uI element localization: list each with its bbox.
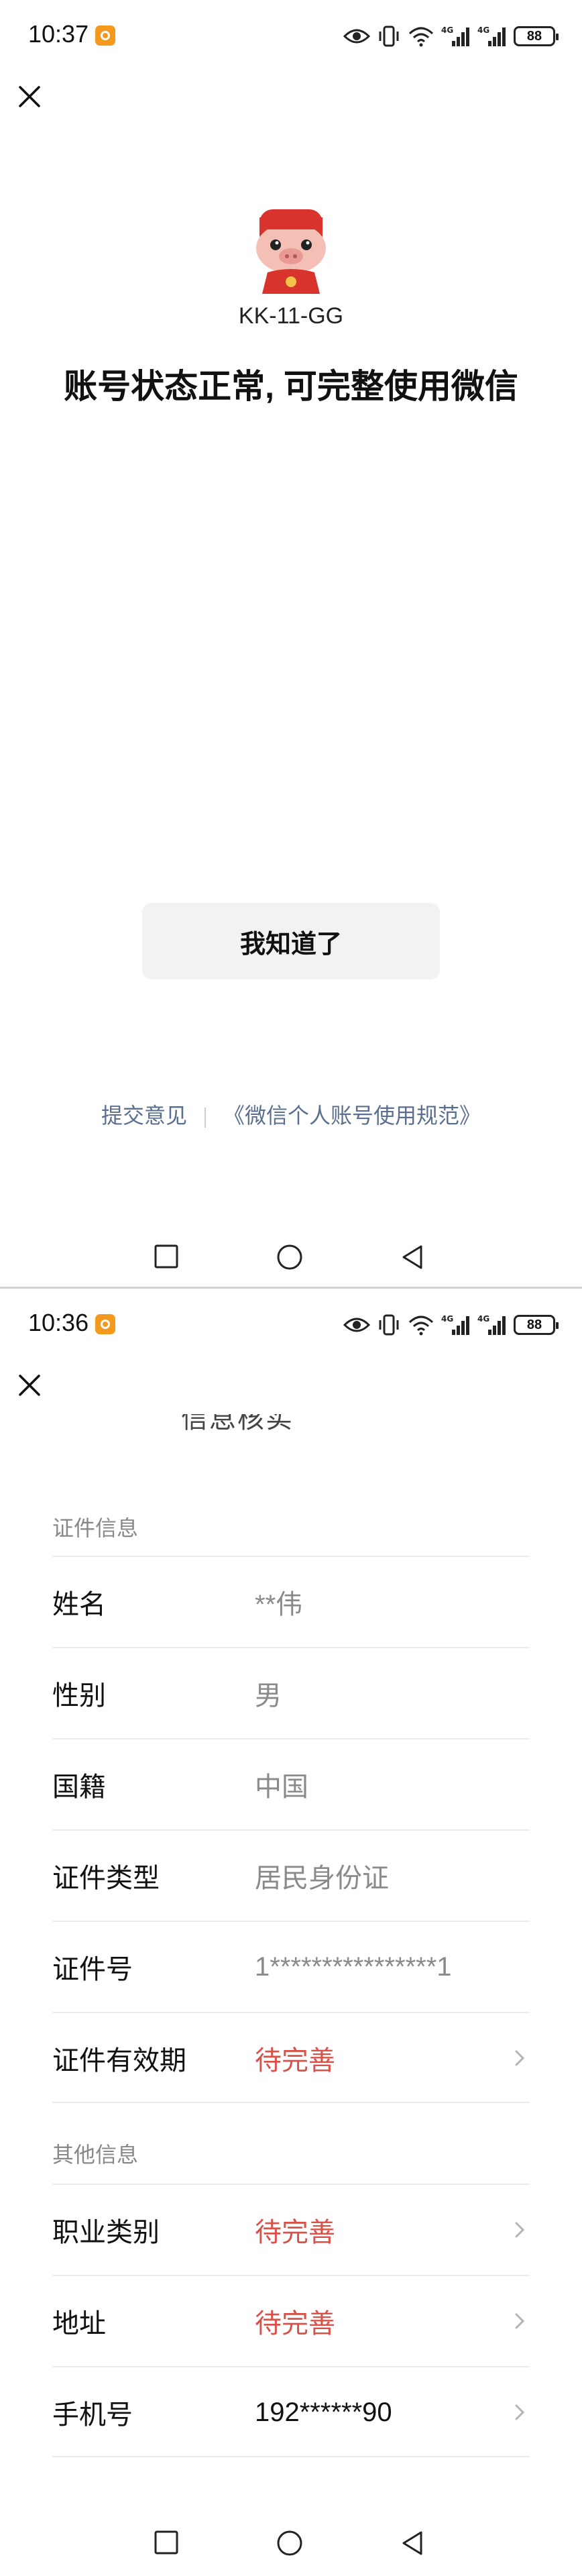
signal-4g-icon: 4G [477,1314,506,1335]
eye-icon [343,1318,370,1332]
row-divider [52,2102,530,2103]
status-message: 账号状态正常, 可完整使用微信 [64,368,518,405]
svg-text:4G: 4G [477,1314,489,1324]
chevron-right-icon [515,2313,525,2329]
section-label-other-info: 其他信息 [52,2143,139,2167]
signal-4g-icon: 4G [441,25,469,46]
nav-recents-icon[interactable] [154,1244,179,1269]
signal-4g-icon: 4G [477,25,506,46]
row-value-pending: 待完善 [255,2046,335,2076]
nav-home-icon[interactable] [276,1244,303,1271]
svg-text:4G: 4G [477,25,489,35]
row-label: 职业类别 [52,2218,160,2247]
wifi-icon [408,27,434,47]
page-title-partial: 信息核实 [181,1414,402,1430]
info-row-occupation[interactable]: 职业类别 待完善 [52,2184,530,2275]
row-value: 中国 [255,1772,308,1802]
chevron-right-icon [515,2222,525,2238]
nav-back-icon[interactable] [400,2530,426,2557]
info-row-id-type: 证件类型 居民身份证 [52,1829,530,1921]
info-row-phone[interactable]: 手机号 192******90 [52,2366,530,2457]
nav-recents-icon[interactable] [154,2530,179,2555]
app-notification-icon [95,25,115,46]
battery-icon: 88 [514,26,559,46]
vibrate-icon [379,1314,399,1336]
account-name: KK-11-GG [238,303,344,329]
svg-text:4G: 4G [441,1314,453,1324]
info-row-address[interactable]: 地址 待完善 [52,2275,530,2366]
row-divider [52,2456,530,2457]
nav-back-icon[interactable] [400,1244,426,1271]
row-label: 证件有效期 [52,2046,186,2076]
row-value: 男 [255,1681,282,1711]
wifi-icon [408,1316,434,1336]
system-nav-bar [0,2514,582,2574]
page-title: 信息核实 [181,1414,294,1430]
system-nav-bar [0,1228,582,1287]
policy-link[interactable]: 《微信个人账号使用规范》 [223,1104,481,1128]
row-label: 性别 [52,1681,106,1711]
section-label-id-info: 证件信息 [52,1516,139,1540]
vibrate-icon [379,25,399,47]
row-label: 姓名 [52,1590,106,1619]
info-row-id-number: 证件号 1****************1 [52,1921,530,2012]
link-separator [205,1107,206,1128]
row-value: 1****************1 [255,1951,452,1982]
row-label: 证件类型 [52,1864,160,1893]
eye-icon [343,29,370,44]
row-label: 证件号 [52,1955,133,1984]
battery-level: 88 [526,28,542,44]
avatar [256,209,326,294]
feedback-link[interactable]: 提交意见 [101,1104,187,1128]
info-row-gender: 性别 男 [52,1647,530,1738]
signal-4g-icon: 4G [441,1314,469,1335]
info-row-name: 姓名 **伟 [52,1556,530,1647]
chevron-right-icon [515,2050,525,2066]
battery-level: 88 [526,1317,542,1332]
row-label: 国籍 [52,1772,106,1802]
row-value: **伟 [255,1590,303,1619]
status-time: 10:37 [28,20,89,48]
row-value-pending: 待完善 [255,2218,335,2247]
row-label: 地址 [52,2309,106,2339]
close-icon[interactable] [17,1373,42,1397]
status-icons: 4G 4G 88 [343,1311,559,1338]
status-bar: 10:36 4G 4G 88 [0,1289,582,1358]
info-row-id-validity[interactable]: 证件有效期 待完善 [52,2012,530,2103]
acknowledge-button[interactable]: 我知道了 [142,903,440,979]
battery-icon: 88 [514,1315,559,1335]
status-icons: 4G 4G 88 [343,23,559,50]
status-bar: 10:37 4G 4G 88 [0,0,582,70]
close-icon[interactable] [17,85,42,109]
nav-home-icon[interactable] [276,2530,303,2557]
chevron-right-icon [515,2404,525,2420]
row-label: 手机号 [52,2400,133,2430]
row-value-pending: 待完善 [255,2309,335,2339]
status-time: 10:36 [28,1309,89,1336]
account-status-screen: 10:37 4G 4G 88 KK-11-GG 账号状态正常, 可完整使用微信 … [0,0,582,1287]
row-value: 192******90 [255,2397,392,2427]
app-notification-icon [95,1314,115,1334]
identity-info-screen: 10:36 4G 4G 88 信息核实 证件信息 姓名 **伟 性别 男 国籍 … [0,1289,582,2576]
svg-text:4G: 4G [441,25,453,35]
row-value: 居民身份证 [255,1864,389,1893]
info-row-nationality: 国籍 中国 [52,1738,530,1829]
footer-links: 提交意见 《微信个人账号使用规范》 [0,1099,582,1130]
